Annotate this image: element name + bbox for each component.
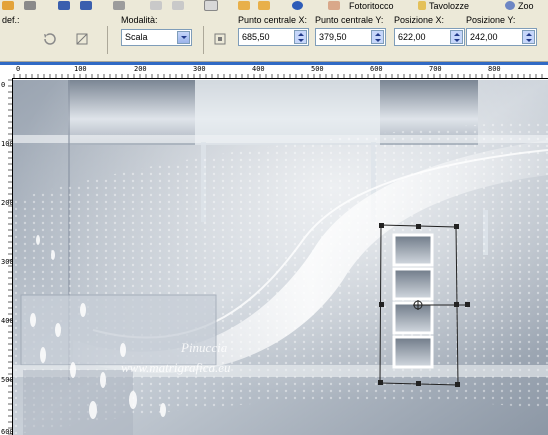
hruler-label: 0	[16, 65, 21, 73]
vruler-label: 0	[1, 81, 6, 89]
position-y-input[interactable]: 242,00	[466, 28, 537, 46]
preset-label: def.:	[2, 15, 20, 25]
mode-select[interactable]: Scala	[121, 29, 192, 46]
tool-options-bar: def.: Modalità: Scala Punto centrale X: …	[0, 12, 548, 62]
hruler-label: 400	[252, 65, 265, 73]
zoom-label: Zoo	[518, 0, 534, 11]
center-y-input[interactable]: 379,50	[315, 28, 386, 46]
photo-fix-icon	[328, 1, 340, 10]
vertical-ruler: 0 100 200 300 400 500 600	[0, 78, 13, 435]
vruler-label: 500	[1, 376, 13, 384]
hruler-label: 300	[193, 65, 206, 73]
hruler-label: 500	[311, 65, 324, 73]
horizontal-ruler: 0 100 200 300 400 500 600 700 800	[12, 65, 548, 79]
horizontal-ruler-ticks	[13, 74, 543, 78]
position-y-value: 242,00	[470, 32, 498, 42]
center-y-value: 379,50	[319, 32, 347, 42]
center-x-spinner[interactable]	[294, 30, 307, 44]
watermark-line2: www.matrigrafica.eu	[121, 360, 231, 375]
zoom-button[interactable]: Zoo	[505, 0, 534, 11]
undo-icon[interactable]	[150, 0, 165, 11]
chevron-down-icon[interactable]	[177, 31, 190, 44]
hruler-label: 100	[74, 65, 87, 73]
pivot-icon[interactable]	[210, 29, 230, 49]
save-icon[interactable]	[58, 0, 73, 11]
reset-icon[interactable]	[40, 29, 60, 49]
zoom-icon	[505, 1, 515, 10]
save-as-icon[interactable]	[80, 0, 95, 11]
position-y-spinner[interactable]	[522, 30, 535, 44]
watermark-line1: Pinuccia	[180, 340, 228, 355]
hruler-label: 200	[134, 65, 147, 73]
position-x-label: Posizione X:	[394, 15, 445, 25]
mode-value: Scala	[125, 32, 148, 42]
vruler-label: 200	[1, 199, 13, 207]
copy-icon[interactable]	[204, 0, 221, 11]
separator	[107, 26, 108, 54]
layer2-icon[interactable]	[258, 0, 273, 11]
center-x-label: Punto centrale X:	[238, 15, 308, 25]
palettes-button[interactable]: Tavolozze	[418, 0, 469, 11]
apply-deform-icon[interactable]	[72, 29, 92, 49]
center-x-value: 685,50	[242, 32, 270, 42]
palettes-icon	[418, 1, 426, 10]
position-x-spinner[interactable]	[450, 30, 463, 44]
vruler-label: 100	[1, 140, 13, 148]
open-icon[interactable]	[2, 0, 17, 11]
separator	[203, 26, 204, 54]
info-icon[interactable]	[292, 0, 306, 11]
image-canvas[interactable]: Pinuccia www.matrigrafica.eu	[13, 80, 548, 435]
mode-label: Modalità:	[121, 15, 158, 25]
redo-icon[interactable]	[172, 0, 187, 11]
position-y-label: Posizione Y:	[466, 15, 516, 25]
hruler-label: 700	[429, 65, 442, 73]
print-icon[interactable]	[113, 0, 128, 11]
vruler-label: 300	[1, 258, 13, 266]
palettes-label: Tavolozze	[429, 0, 470, 11]
position-x-input[interactable]: 622,00	[394, 28, 465, 46]
vruler-label: 400	[1, 317, 13, 325]
center-x-input[interactable]: 685,50	[238, 28, 309, 46]
hruler-label: 600	[370, 65, 383, 73]
artwork: Pinuccia www.matrigrafica.eu	[13, 80, 548, 435]
photo-fix-button[interactable]: Fotoritocco	[328, 0, 394, 11]
layer-icon[interactable]	[238, 0, 253, 11]
position-x-value: 622,00	[398, 32, 426, 42]
center-y-spinner[interactable]	[371, 30, 384, 44]
browse-icon[interactable]	[24, 0, 39, 11]
hruler-label: 800	[488, 65, 501, 73]
vruler-label: 600	[1, 428, 13, 435]
center-y-label: Punto centrale Y:	[315, 15, 384, 25]
photo-fix-label: Fotoritocco	[349, 0, 394, 11]
